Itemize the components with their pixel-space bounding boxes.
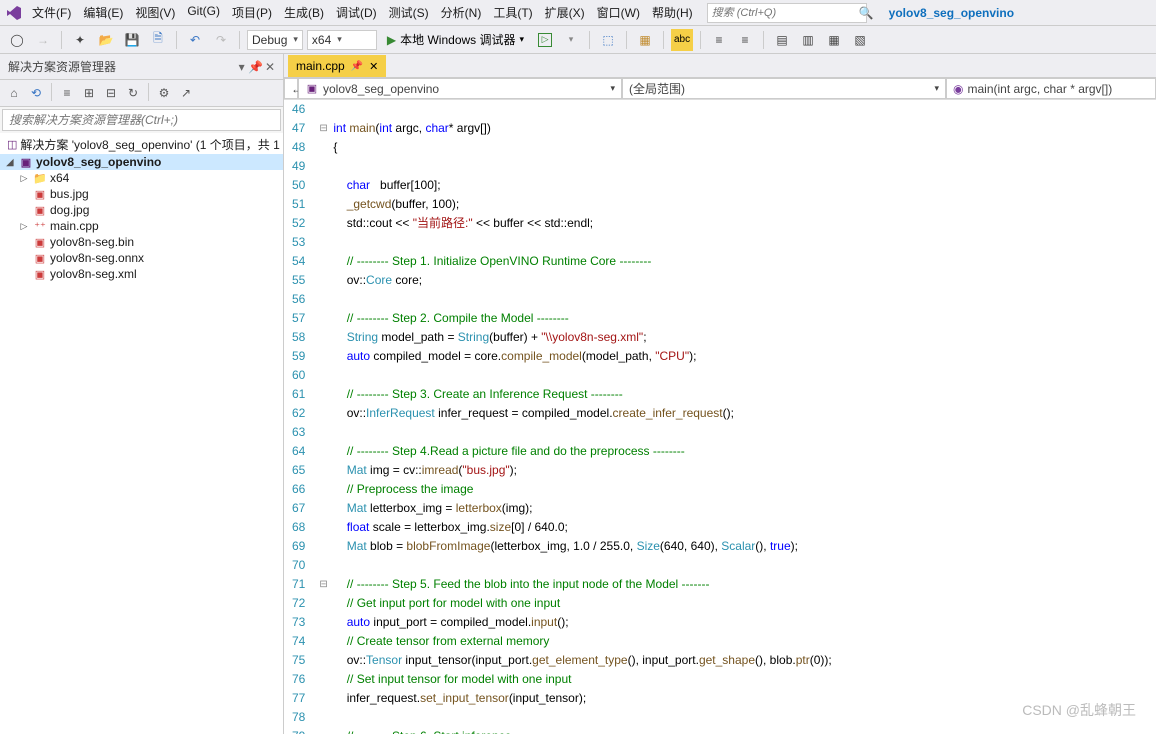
start-no-debug-icon[interactable]: ▷ [534,29,556,51]
close-icon[interactable]: ✕ [265,60,275,74]
uncomment-icon[interactable]: ▥ [797,29,819,51]
panel-title: 解决方案资源管理器 ▾ 📌 ✕ [0,54,283,80]
save-all-icon[interactable]: 🗎 [147,29,169,51]
refresh-icon[interactable]: ↻ [123,83,143,103]
file-node[interactable]: ▣yolov8n-seg.onnx [0,250,283,266]
tab-main-cpp[interactable]: main.cpp 📌 ✕ [288,55,386,77]
nav-context[interactable]: (全局范围)▾ [622,78,946,99]
nav-member[interactable]: ◉main(int argc, char * argv[]) [946,78,1156,99]
nav-icon[interactable]: ↔ [284,78,298,99]
open-icon[interactable]: 📂 [95,29,117,51]
menu-item[interactable]: 生成(B) [278,1,330,24]
tool-icon[interactable]: ⬚ [597,29,619,51]
show-all-icon[interactable]: ⊞ [79,83,99,103]
search-icon: 🔍 [859,6,874,20]
global-search[interactable]: 🔍 [707,3,867,23]
misc-icon[interactable]: ▧ [849,29,871,51]
start-debug-button[interactable]: ▶本地 Windows 调试器▾ [381,29,530,51]
project-label[interactable]: yolov8_seg_openvino [883,4,1020,22]
fold-gutter[interactable]: ⊟ ⊟ [319,100,333,734]
back-icon[interactable]: ◯ [6,29,28,51]
solution-tree[interactable]: ◫解决方案 'yolov8_seg_openvino' (1 个项目，共 1 个… [0,133,283,734]
menu-item[interactable]: 文件(F) [26,1,77,24]
undo-icon[interactable]: ↶ [184,29,206,51]
properties-icon[interactable]: ⚙ [154,83,174,103]
pin-icon[interactable]: ▾ 📌 [239,60,263,74]
collapse-icon[interactable]: ⊟ [101,83,121,103]
file-node[interactable]: ▣yolov8n-seg.xml [0,266,283,282]
menu-item[interactable]: 编辑(E) [77,1,129,24]
menu-item[interactable]: 调试(D) [330,1,383,24]
folder-node[interactable]: ▷📁x64 [0,170,283,186]
pin-icon[interactable]: 📌 [351,61,363,72]
menu-item[interactable]: 视图(V) [129,1,181,24]
menu-item[interactable]: 扩展(X) [539,1,591,24]
indent-icon[interactable]: ≡ [708,29,730,51]
redo-icon[interactable]: ↷ [210,29,232,51]
highlight-icon[interactable]: abc [671,29,693,51]
file-node[interactable]: ▣dog.jpg [0,202,283,218]
dropdown-icon[interactable]: ▾ [560,29,582,51]
tool2-icon[interactable]: ▦ [634,29,656,51]
menu-item[interactable]: 项目(P) [226,1,278,24]
config-combo[interactable]: Debug▾ [247,30,303,50]
nav-bar: ↔ ▣yolov8_seg_openvino▾ (全局范围)▾ ◉main(in… [284,78,1156,100]
solution-node[interactable]: ◫解决方案 'yolov8_seg_openvino' (1 个项目，共 1 个… [0,135,283,154]
home-icon[interactable]: ⌂ [4,83,24,103]
file-node[interactable]: ▷⁺⁺main.cpp [0,218,283,234]
editor-tabs: main.cpp 📌 ✕ [284,54,1156,78]
forward-icon[interactable]: → [32,29,54,51]
file-node[interactable]: ▣yolov8n-seg.bin [0,234,283,250]
panel-toolbar: ⌂ ⟲ ≡ ⊞ ⊟ ↻ ⚙ ↗ [0,80,283,107]
search-input[interactable] [708,7,859,19]
platform-combo[interactable]: x64▾ [307,30,377,50]
comment-icon[interactable]: ▤ [771,29,793,51]
preview-icon[interactable]: ↗ [176,83,196,103]
line-gutter: 46 47 48 49 50 51 52 53 54 55 56 57 58 5… [284,100,319,734]
save-icon[interactable]: 💾 [121,29,143,51]
solution-explorer: 解决方案资源管理器 ▾ 📌 ✕ ⌂ ⟲ ≡ ⊞ ⊟ ↻ ⚙ ↗ ◫解决方案 'y… [0,54,284,734]
menu-item[interactable]: 测试(S) [383,1,435,24]
close-icon[interactable]: ✕ [369,60,378,73]
menu-item[interactable]: 帮助(H) [646,1,699,24]
new-file-icon[interactable]: ✦ [69,29,91,51]
menubar: 文件(F)编辑(E)视图(V)Git(G)项目(P)生成(B)调试(D)测试(S… [0,0,1156,26]
main-toolbar: ◯ → ✦ 📂 💾 🗎 ↶ ↷ Debug▾ x64▾ ▶本地 Windows … [0,26,1156,54]
menu-item[interactable]: Git(G) [181,1,226,24]
menu-item[interactable]: 分析(N) [435,1,488,24]
vs-logo-icon [4,3,24,23]
outdent-icon[interactable]: ≡ [734,29,756,51]
file-node[interactable]: ▣bus.jpg [0,186,283,202]
bookmark-icon[interactable]: ▦ [823,29,845,51]
nav-scope[interactable]: ▣yolov8_seg_openvino▾ [298,78,622,99]
filter-icon[interactable]: ≡ [57,83,77,103]
code-text[interactable]: int main(int argc, char* argv[]) { char … [333,100,831,734]
menu-item[interactable]: 窗口(W) [591,1,646,24]
code-editor[interactable]: 46 47 48 49 50 51 52 53 54 55 56 57 58 5… [284,100,1156,734]
watermark: CSDN @乱蜂朝王 [1022,700,1136,720]
project-node[interactable]: ◢▣yolov8_seg_openvino [0,154,283,170]
sync-icon[interactable]: ⟲ [26,83,46,103]
menu-item[interactable]: 工具(T) [487,1,538,24]
panel-search[interactable] [2,109,281,131]
editor-area: main.cpp 📌 ✕ ↔ ▣yolov8_seg_openvino▾ (全局… [284,54,1156,734]
